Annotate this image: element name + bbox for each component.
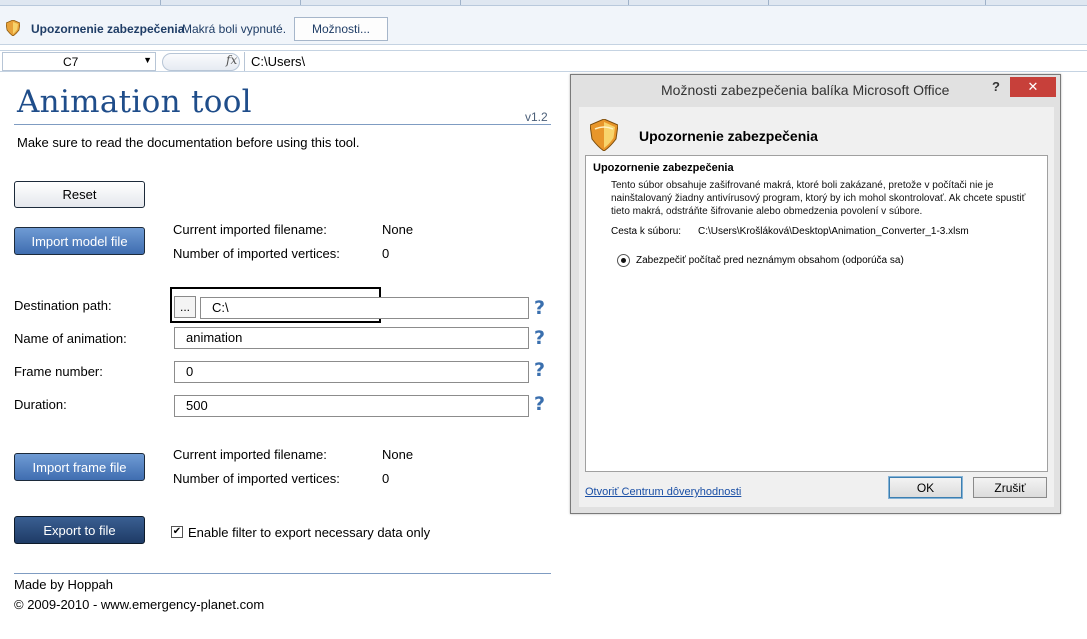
dialog-title: Možnosti zabezpečenia balíka Microsoft O…: [661, 82, 950, 98]
subtitle: Make sure to read the documentation befo…: [17, 135, 360, 150]
frame-number-field[interactable]: 0: [174, 361, 529, 383]
destination-label: Destination path:: [14, 298, 112, 313]
formula-input[interactable]: C:\Users\: [244, 52, 1087, 71]
import-frame-button[interactable]: Import frame file: [14, 453, 145, 481]
shield-icon: [590, 119, 618, 151]
title-divider: [14, 124, 551, 125]
filter-checkbox[interactable]: ✔: [171, 526, 183, 538]
version-label: v1.2: [525, 110, 548, 124]
help-icon[interactable]: ?: [534, 393, 548, 415]
formula-bar: C7 ▼ fx C:\Users\: [0, 50, 1087, 72]
options-button[interactable]: Možnosti...: [294, 17, 388, 41]
security-bar-title: Upozornenie zabezpečenia: [31, 22, 185, 36]
shield-icon: [6, 20, 20, 36]
help-icon[interactable]: ?: [534, 327, 548, 349]
insert-function-icon[interactable]: fx: [226, 53, 237, 67]
formula-value: C:\Users\: [251, 54, 306, 69]
destination-path-field[interactable]: C:\: [200, 297, 529, 319]
animation-name-field[interactable]: animation: [174, 327, 529, 349]
dialog-help-button[interactable]: ?: [992, 79, 1000, 94]
frame-number-label: Frame number:: [14, 364, 103, 379]
animation-name-label: Name of animation:: [14, 331, 127, 346]
browse-button[interactable]: ...: [174, 296, 196, 318]
trust-center-link[interactable]: Otvoriť Centrum dôveryhodnosti: [585, 486, 741, 498]
duration-field[interactable]: 500: [174, 395, 529, 417]
frame-vertices-value: 0: [382, 471, 390, 486]
export-button[interactable]: Export to file: [14, 516, 145, 544]
model-vertices-label: Number of imported vertices:: [173, 246, 340, 261]
file-path-label: Cesta k súboru:: [611, 226, 682, 237]
filter-label: Enable filter to export necessary data o…: [188, 525, 431, 540]
duration-label: Duration:: [14, 397, 67, 412]
frame-vertices-label: Number of imported vertices:: [173, 471, 340, 486]
file-path-value: C:\Users\Krošláková\Desktop\Animation_Co…: [698, 226, 969, 237]
security-message-bar: Upozornenie zabezpečenia Makrá boli vypn…: [0, 6, 1087, 45]
ok-button[interactable]: OK: [888, 476, 963, 499]
close-icon: ✕: [1027, 79, 1039, 94]
name-box-value: C7: [63, 55, 79, 69]
reset-button[interactable]: Reset: [14, 181, 145, 208]
panel-title: Upozornenie zabezpečenia: [593, 162, 734, 174]
warning-paragraph: Tento súbor obsahuje zašifrované makrá, …: [611, 180, 1026, 217]
cancel-button[interactable]: Zrušiť: [973, 477, 1047, 498]
dialog-heading: Upozornenie zabezpečenia: [639, 128, 818, 144]
help-icon[interactable]: ?: [534, 297, 548, 319]
credit-text: Made by Hoppah: [14, 577, 114, 592]
model-filename-value: None: [382, 222, 414, 237]
security-bar-message: Makrá boli vypnuté.: [182, 22, 287, 36]
name-box[interactable]: C7 ▼: [2, 52, 156, 71]
protect-computer-radio[interactable]: [617, 254, 630, 267]
protect-computer-label[interactable]: Zabezpečiť počítač pred neznámym obsahom…: [636, 255, 904, 266]
model-vertices-value: 0: [382, 246, 390, 261]
frame-filename-label: Current imported filename:: [173, 447, 327, 462]
check-icon: ✔: [172, 526, 182, 537]
chevron-down-icon[interactable]: ▼: [143, 55, 152, 65]
security-options-dialog: Možnosti zabezpečenia balíka Microsoft O…: [570, 74, 1061, 514]
copyright-text: © 2009-2010 - www.emergency-planet.com: [14, 597, 265, 612]
import-model-button[interactable]: Import model file: [14, 227, 145, 255]
page-title: Animation tool: [17, 84, 252, 120]
dialog-close-button[interactable]: ✕: [1010, 77, 1056, 97]
model-filename-label: Current imported filename:: [173, 222, 327, 237]
help-icon[interactable]: ?: [534, 359, 548, 381]
frame-filename-value: None: [382, 447, 414, 462]
footer-divider: [14, 573, 551, 574]
